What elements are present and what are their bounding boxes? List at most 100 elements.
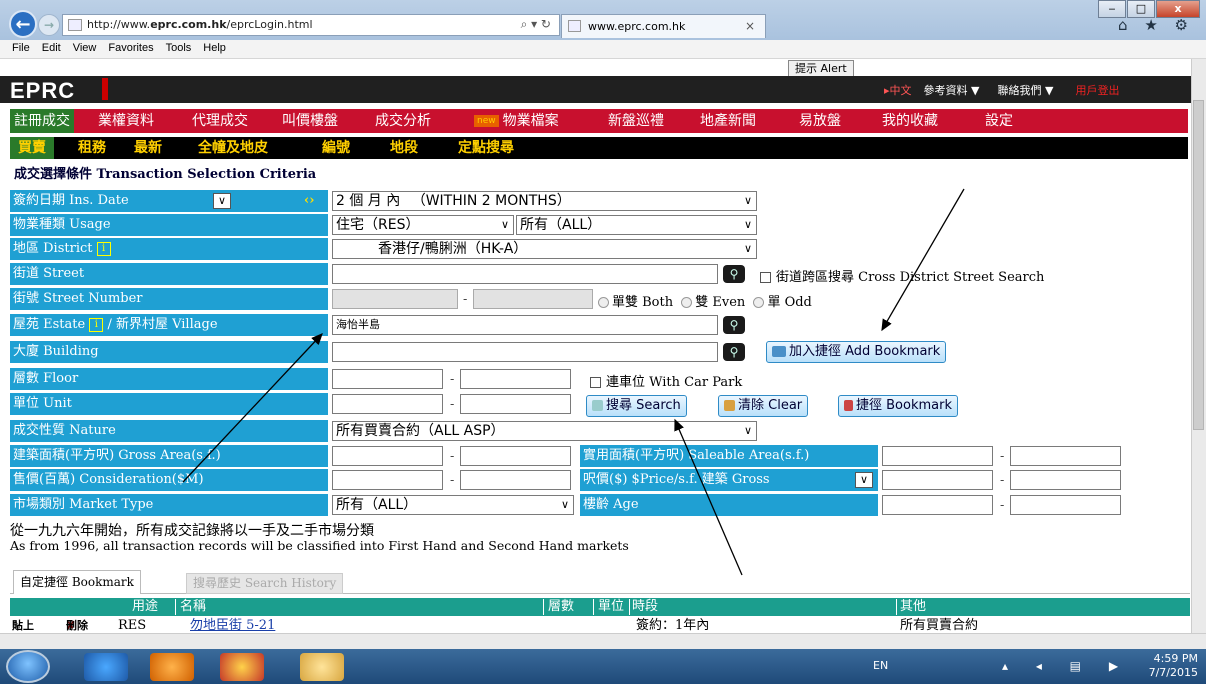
consideration-label: 售價(百萬) Consideration($M) xyxy=(10,469,328,491)
subnav-lease[interactable]: 租務 xyxy=(78,137,106,159)
site-header: EPRC ▸中文 參考資料 ▼ 聯絡我們 ▼ 用戶登出 xyxy=(0,76,1191,103)
subnav-sale[interactable]: 買賣 xyxy=(10,137,54,159)
nav-property-files[interactable]: new 物業檔案 xyxy=(474,109,559,133)
gross-area-dash: - xyxy=(450,449,455,463)
street-number-from-input[interactable] xyxy=(332,289,458,309)
menu-edit[interactable]: Edit xyxy=(42,42,61,54)
nav-property-news[interactable]: 地產新聞 xyxy=(700,109,756,133)
radio-odd[interactable] xyxy=(753,297,765,308)
nav-transaction-analysis[interactable]: 成交分析 xyxy=(375,109,431,133)
nav-new-launch[interactable]: 新盤巡禮 xyxy=(608,109,664,133)
cross-district-option[interactable]: 街道跨區搜尋 Cross District Street Search xyxy=(760,266,1044,285)
price-per-sf-from-input[interactable] xyxy=(882,470,993,490)
district-info-icon[interactable]: i xyxy=(96,241,111,256)
nature-select[interactable]: 所有買賣合約（ALL ASP） ∨ xyxy=(332,421,757,441)
consideration-to-input[interactable] xyxy=(460,470,571,490)
saleable-area-label: 實用面積(平方呎) Saleable Area(s.f.) xyxy=(580,445,878,467)
menu-view[interactable]: View xyxy=(73,42,97,54)
menu-tools[interactable]: Tools xyxy=(166,42,192,54)
building-lookup-icon[interactable]: ⚲ xyxy=(723,343,745,361)
tab-close-icon[interactable]: × xyxy=(745,19,755,33)
age-from-input[interactable] xyxy=(882,495,993,515)
street-lookup-icon[interactable]: ⚲ xyxy=(723,265,745,283)
chrome-taskbar-icon[interactable] xyxy=(220,653,264,681)
note-chinese: 從一九九六年開始，所有成交記錄將以一手及二手市場分類 xyxy=(10,523,374,539)
car-park-option[interactable]: 連車位 With Car Park xyxy=(590,371,742,390)
swap-icon[interactable]: ‹› xyxy=(304,190,314,212)
nav-registered-transactions[interactable]: 註冊成交 xyxy=(10,109,74,133)
floor-from-input[interactable] xyxy=(332,369,443,389)
street-number-to-input[interactable] xyxy=(473,289,593,309)
horizontal-scrollbar[interactable] xyxy=(0,633,1206,649)
add-bookmark-button[interactable]: 加入捷徑 Add Bookmark xyxy=(766,341,947,363)
menu-help[interactable]: Help xyxy=(203,42,226,54)
reference-menu[interactable]: 參考資料 ▼ xyxy=(924,82,980,98)
contact-menu[interactable]: 聯絡我們 ▼ xyxy=(998,82,1054,98)
price-per-sf-dash: - xyxy=(1000,473,1005,487)
row-name-link[interactable]: 勿地臣街 5-21 xyxy=(190,617,275,633)
saleable-area-to-input[interactable] xyxy=(1010,446,1121,466)
menu-file[interactable]: File xyxy=(12,42,30,54)
usage-subtype-select[interactable]: 所有（ALL） ∨ xyxy=(516,215,757,235)
estate-lookup-icon[interactable]: ⚲ xyxy=(723,316,745,334)
browser-toolbar-icons[interactable]: ⌂ ★ ⚙ xyxy=(1118,16,1194,34)
clear-button[interactable]: 清除 Clear xyxy=(718,395,809,417)
tray-icons[interactable]: ▴ ◂ ▤ ▶ xyxy=(1002,659,1130,673)
district-select[interactable]: 香港仔/鴨脷洲（HK-A） ∨ xyxy=(332,239,757,259)
car-park-checkbox[interactable] xyxy=(590,377,601,388)
unit-from-input[interactable] xyxy=(332,394,443,414)
nav-agent-transactions[interactable]: 代理成交 xyxy=(192,109,248,133)
radio-even[interactable] xyxy=(681,297,693,308)
browser-tab[interactable]: www.eprc.com.hk × xyxy=(561,14,766,38)
gross-area-from-input[interactable] xyxy=(332,446,443,466)
price-per-sf-to-input[interactable] xyxy=(1010,470,1121,490)
subnav-whole-block[interactable]: 全幢及地皮 xyxy=(198,137,268,159)
street-input[interactable] xyxy=(332,264,718,284)
criteria-title: 成交選擇條件 Transaction Selection Criteria xyxy=(14,167,317,182)
forward-button[interactable]: → xyxy=(38,14,60,36)
cross-district-checkbox[interactable] xyxy=(760,272,771,283)
subnav-section[interactable]: 地段 xyxy=(390,137,418,159)
outlook-taskbar-icon[interactable] xyxy=(150,653,194,681)
clock[interactable]: 4:59 PM 7/7/2015 xyxy=(1149,652,1198,680)
vertical-scroll-thumb[interactable] xyxy=(1193,100,1204,430)
tab-bookmark[interactable]: 自定捷徑 Bookmark xyxy=(13,570,141,594)
logout-link[interactable]: 用戶登出 xyxy=(1075,82,1119,98)
unit-to-input[interactable] xyxy=(460,394,571,414)
consideration-from-input[interactable] xyxy=(332,470,443,490)
radio-both[interactable] xyxy=(598,297,609,308)
nav-my-favorites[interactable]: 我的收藏 xyxy=(882,109,938,133)
estate-info-icon[interactable]: i xyxy=(89,317,104,332)
building-input[interactable] xyxy=(332,342,718,362)
usage-select[interactable]: 住宅（RES） ∨ xyxy=(332,215,514,235)
address-search-refresh-icon[interactable]: ⌕ ▾ ↻ xyxy=(521,17,551,32)
back-button[interactable]: ← xyxy=(9,10,37,38)
market-type-select[interactable]: 所有（ALL） ∨ xyxy=(332,495,574,515)
col-unit: 單位 xyxy=(598,599,625,614)
nav-title-info[interactable]: 業權資料 xyxy=(98,109,154,133)
address-bar[interactable]: http://www.eprc.com.hk/eprcLogin.html ⌕ … xyxy=(62,14,560,36)
ie-taskbar-icon[interactable] xyxy=(84,653,128,681)
subnav-number[interactable]: 編號 xyxy=(322,137,350,159)
floor-to-input[interactable] xyxy=(460,369,571,389)
price-basis-dropdown[interactable]: ∨ xyxy=(855,472,873,488)
subnav-point-search[interactable]: 定點搜尋 xyxy=(458,137,514,159)
input-language[interactable]: EN xyxy=(873,659,888,672)
explorer-taskbar-icon[interactable] xyxy=(300,653,344,681)
saleable-area-from-input[interactable] xyxy=(882,446,993,466)
date-field-dropdown[interactable]: ∨ xyxy=(213,193,231,209)
age-to-input[interactable] xyxy=(1010,495,1121,515)
nav-settings[interactable]: 設定 xyxy=(985,109,1013,133)
date-select[interactable]: 2 個 月 內 （WITHIN 2 MONTHS） ∨ xyxy=(332,191,757,211)
bookmark-button[interactable]: 捷徑 Bookmark xyxy=(838,395,958,417)
language-link[interactable]: ▸中文 xyxy=(884,82,912,98)
start-button-icon[interactable] xyxy=(6,650,50,683)
search-button[interactable]: 搜尋 Search xyxy=(586,395,687,417)
nav-asking-listings[interactable]: 叫價樓盤 xyxy=(282,109,338,133)
nav-easy-listing[interactable]: 易放盤 xyxy=(799,109,841,133)
subnav-latest[interactable]: 最新 xyxy=(134,137,162,159)
tab-search-history[interactable]: 搜尋歷史 Search History xyxy=(186,573,344,594)
gross-area-to-input[interactable] xyxy=(460,446,571,466)
menu-favorites[interactable]: Favorites xyxy=(108,42,153,54)
estate-input[interactable]: 海怡半島 xyxy=(332,315,718,335)
